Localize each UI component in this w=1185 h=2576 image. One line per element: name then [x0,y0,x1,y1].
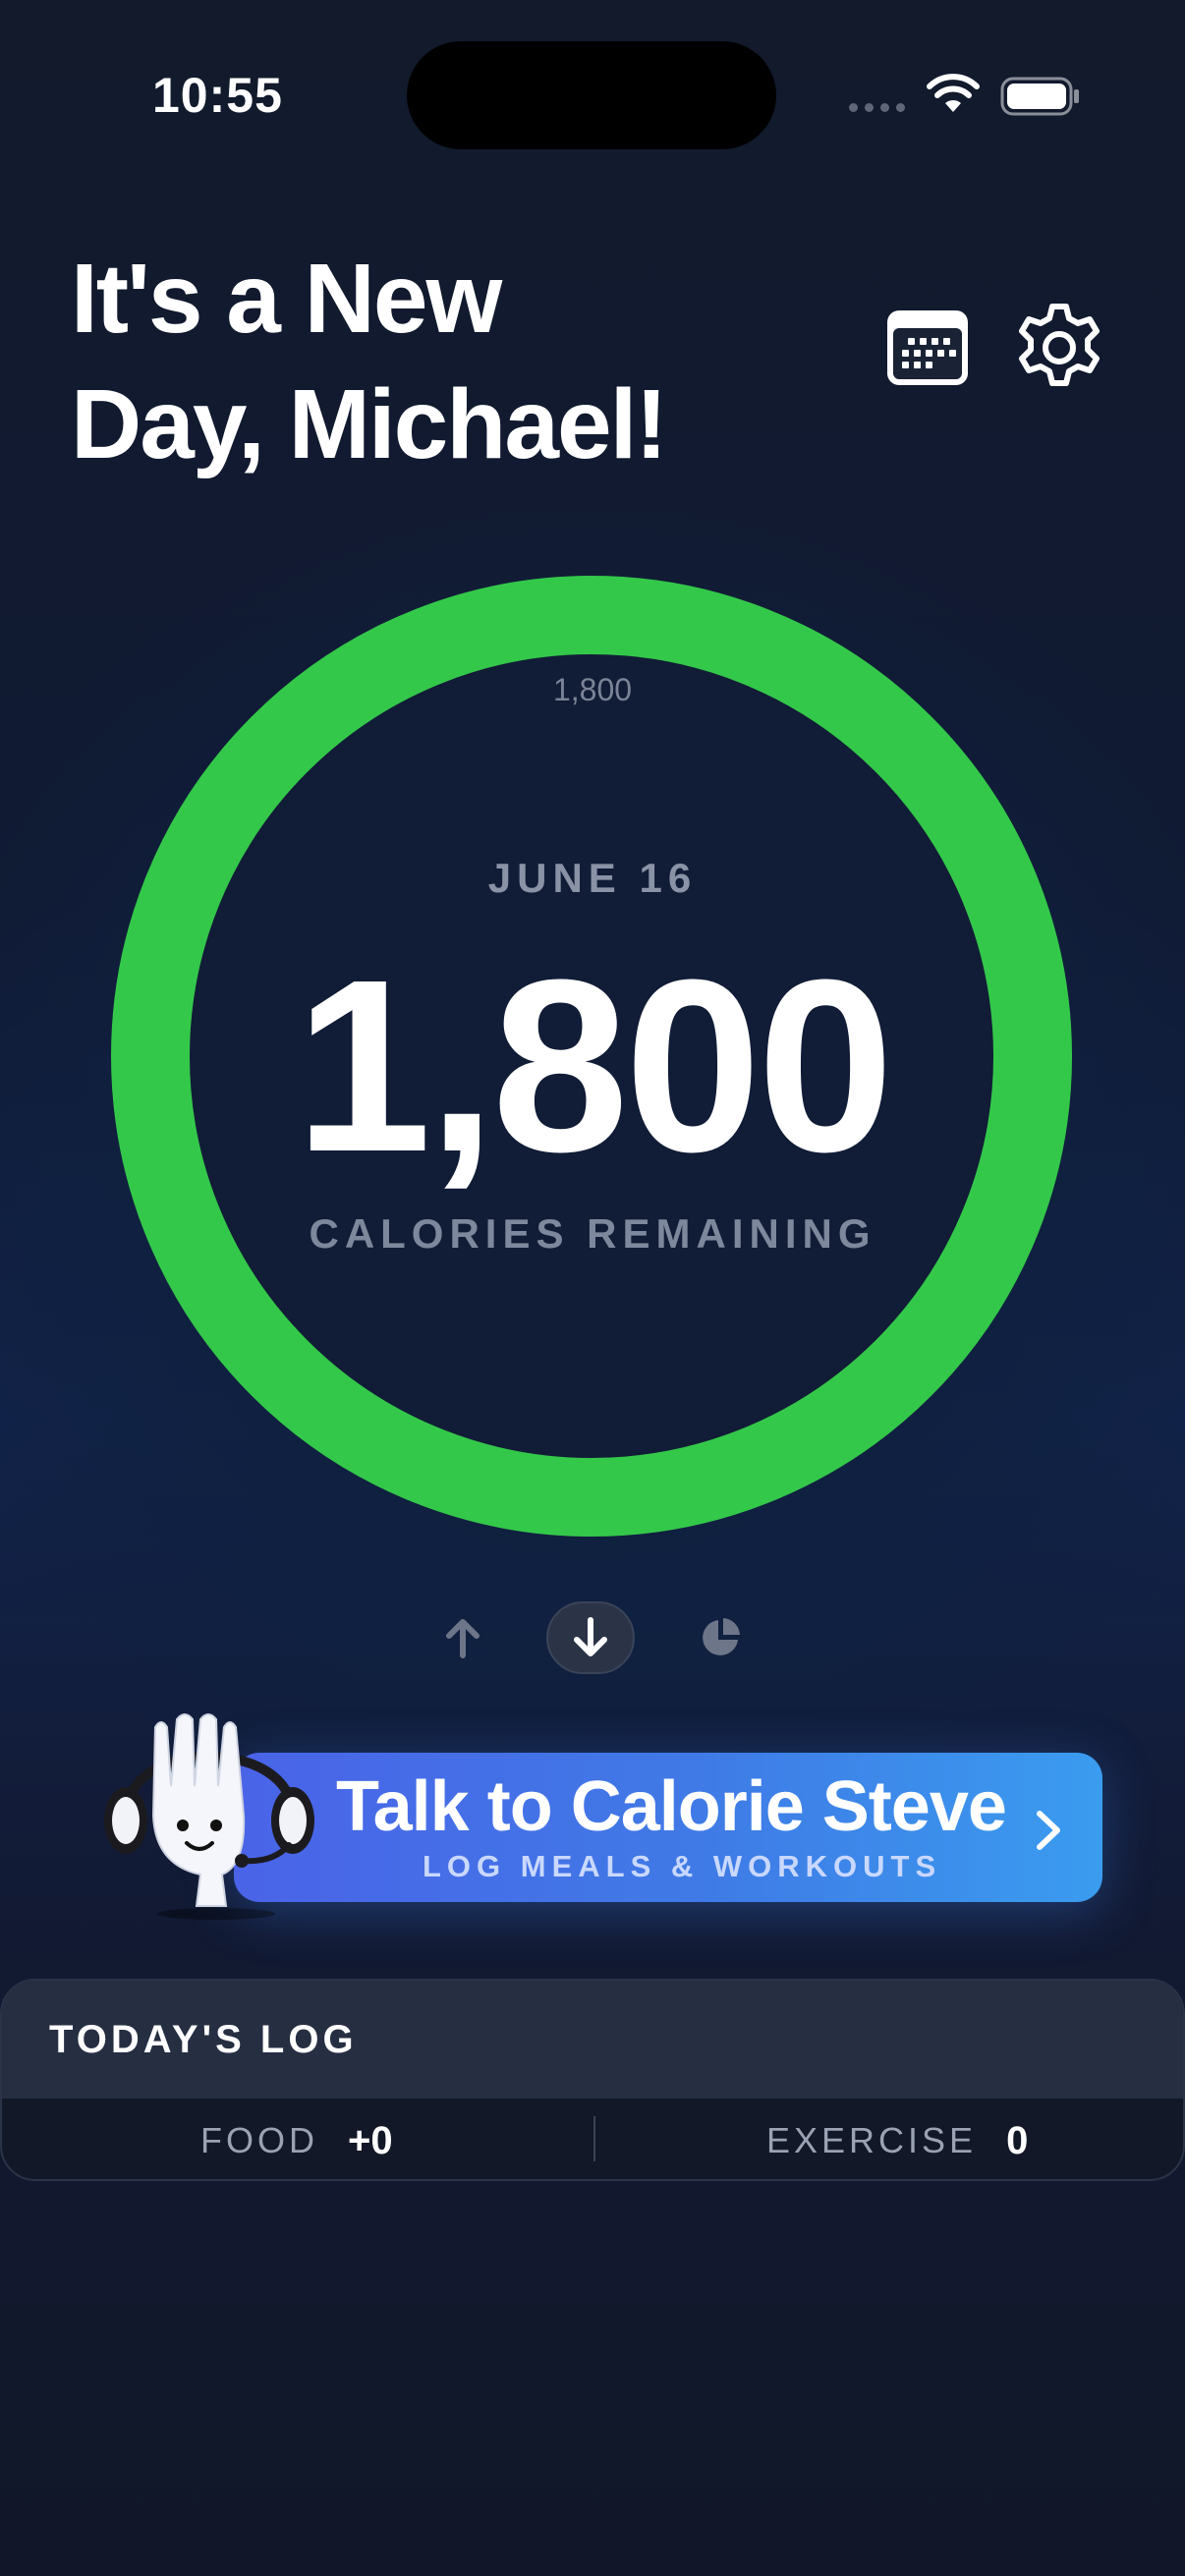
fork-mascot-icon [104,1713,314,1920]
view-down-button[interactable] [546,1601,635,1674]
arrow-up-icon [446,1619,480,1658]
title-line-2: Day, Michael! [71,369,668,479]
chevron-right-icon [1037,1811,1060,1850]
log-summary-row: FOOD +0 EXERCISE 0 [2,2099,1183,2179]
title-line-1: It's a New [71,244,502,354]
cta-subtitle: LOG MEALS & WORKOUTS [423,1849,942,1883]
calories-remaining-label: CALORIES REMAINING [309,1210,876,1257]
battery-icon [1000,77,1079,116]
exercise-label: EXERCISE [766,2120,978,2160]
exercise-summary[interactable]: EXERCISE 0 [766,2099,1029,2179]
exercise-value: 0 [1006,2118,1029,2162]
cellular-signal-icon [849,103,905,112]
calendar-button[interactable] [880,301,975,395]
food-label: FOOD [200,2120,318,2160]
view-selector [0,1601,1185,1674]
arrow-down-icon [574,1617,607,1656]
todays-log-card[interactable]: TODAY'S LOG FOOD +0 EXERCISE 0 [0,1979,1185,2181]
settings-button[interactable] [1012,301,1106,395]
status-time: 10:55 [152,68,283,123]
view-up-button[interactable] [419,1601,507,1674]
pie-chart-icon [703,1618,740,1655]
log-header: TODAY'S LOG [2,1981,1183,2099]
cta-title: Talk to Calorie Steve [336,1767,1007,1846]
log-divider [593,2116,595,2161]
dynamic-island [407,41,776,149]
view-pie-button[interactable] [676,1601,764,1674]
food-value: +0 [348,2118,393,2162]
log-title: TODAY'S LOG [49,2017,358,2061]
calendar-icon [887,310,968,385]
wifi-icon [927,74,980,112]
calorie-goal-label: 1,800 [552,672,633,707]
food-summary[interactable]: FOOD +0 [200,2099,393,2179]
calories-remaining-value: 1,800 [295,928,894,1203]
page-title: It's a New Day, Michael! [71,236,778,487]
talk-to-steve-button[interactable]: Talk to Calorie Steve LOG MEALS & WORKOU… [234,1753,1102,1902]
date-label: JUNE 16 [487,855,698,901]
gear-icon [1019,304,1100,386]
